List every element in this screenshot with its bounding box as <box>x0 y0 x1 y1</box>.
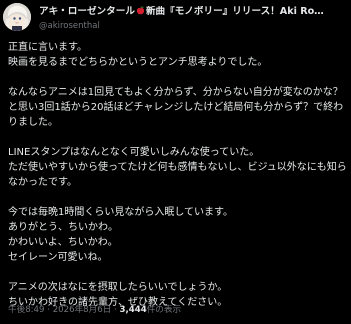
post-paragraph: LINEスタンプはなんとなく可愛いしみんな使っていた。 ただ使いやすいから使って… <box>8 147 347 188</box>
author-name[interactable]: アキ・ローゼンタール 新曲『モノポリー』リリース！Aki Ro… <box>39 6 347 18</box>
meta-separator: · <box>114 305 117 315</box>
post-date[interactable]: 2026年8月6日 <box>53 305 112 315</box>
post-header: アキ・ローゼンタール 新曲『モノポリー』リリース！Aki Ro… @akirose… <box>0 0 351 34</box>
post-meta: 午後8:49 · 2026年8月6日 · 3,444件の表示 <box>8 305 181 316</box>
post-time[interactable]: 午後8:49 <box>8 305 45 315</box>
post-paragraph: 正直に言います。 映画を見るまでどちらかというとアンチ思考よりでした。 <box>8 42 268 68</box>
post-body: 正直に言います。 映画を見るまでどちらかというとアンチ思考よりでした。 なんなら… <box>8 40 348 310</box>
author-name-main: アキ・ローゼンタール <box>39 6 135 17</box>
red-apple-icon <box>136 6 145 15</box>
view-count: 3,444 <box>119 305 147 315</box>
author-handle[interactable]: @akirosenthal <box>39 21 100 32</box>
post-paragraph: なんならアニメは1回見てもよく分からず、分からない自分が変なのかな？と思い3回1… <box>8 87 344 128</box>
avatar[interactable] <box>3 3 31 31</box>
meta-separator: · <box>47 305 50 315</box>
author-name-rest: 新曲『モノポリー』リリース！Aki Ro… <box>145 6 324 17</box>
view-label: 件の表示 <box>146 305 182 315</box>
post-paragraph: 今では毎晩1時間くらい見ながら入眠しています。 ありがとう、ちいかわ。 かわいい… <box>8 207 234 263</box>
